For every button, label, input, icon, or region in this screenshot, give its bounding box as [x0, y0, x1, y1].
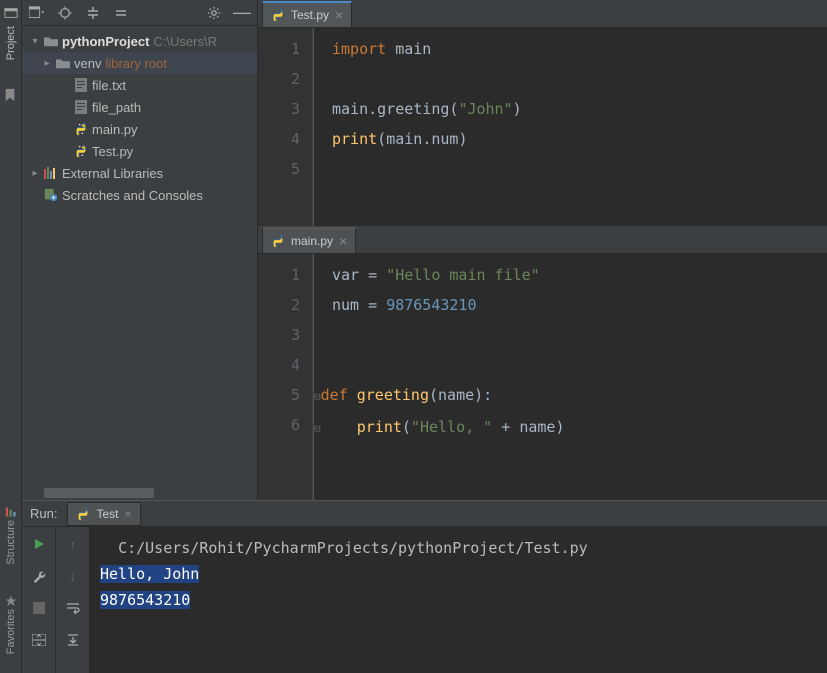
- tree-scratches[interactable]: Scratches and Consoles: [22, 184, 257, 206]
- python-file-icon: [72, 144, 90, 158]
- code-editor-bottom[interactable]: 1 2 3 4 5 6 var = "Hello main file" num …: [258, 254, 827, 500]
- project-tool-tab[interactable]: Project: [4, 6, 18, 60]
- text-file-icon: [72, 100, 90, 114]
- soft-wrap-icon[interactable]: [62, 597, 84, 619]
- structure-tool-tab[interactable]: Structure: [5, 506, 17, 565]
- layout-icon[interactable]: [28, 629, 50, 651]
- locate-icon[interactable]: [56, 4, 74, 22]
- bookmark-stripe-icon[interactable]: [3, 88, 19, 104]
- collapse-all-icon[interactable]: [112, 4, 130, 22]
- editor-bottom: main.py × 1 2 3 4 5 6 var = "Hello main …: [258, 226, 827, 501]
- console-line: Hello, John: [100, 565, 199, 583]
- down-arrow-icon[interactable]: ↓: [62, 565, 84, 587]
- tab-main-py[interactable]: main.py ×: [262, 227, 356, 253]
- tree-file[interactable]: file.txt: [22, 74, 257, 96]
- tree-file-py[interactable]: Test.py: [22, 140, 257, 162]
- structure-tool-label: Structure: [5, 520, 17, 565]
- folder-icon: [54, 57, 72, 69]
- run-side-nav: ↑ ↓: [56, 527, 90, 673]
- structure-icon: [5, 506, 17, 518]
- project-panel: — ▾ pythonProject C:\Users\R ▸ venv libr…: [22, 0, 258, 500]
- gear-icon[interactable]: [205, 4, 223, 22]
- text-file-icon: [72, 78, 90, 92]
- tree-file[interactable]: file_path: [22, 96, 257, 118]
- project-toolbar: —: [22, 0, 257, 26]
- console-line: 9876543210: [100, 591, 190, 609]
- hide-panel-icon[interactable]: —: [233, 4, 251, 22]
- run-header: Run: Test ×: [22, 501, 827, 527]
- run-panel: Run: Test × ↑ ↓ C:/Users/Rohit/PycharmPr…: [22, 500, 827, 673]
- editor-area: Test.py × 1 2 3 4 5 import main main.gre…: [258, 0, 827, 500]
- code-content-top[interactable]: import main main.greeting("John") print(…: [313, 28, 827, 226]
- root-path: C:\Users\R: [153, 34, 217, 49]
- wrench-icon[interactable]: [28, 565, 50, 587]
- tree-external-libs[interactable]: ▸ External Libraries: [22, 162, 257, 184]
- project-view-dropdown[interactable]: [28, 4, 46, 22]
- python-file-icon: [271, 234, 285, 248]
- venv-name: venv: [74, 56, 101, 71]
- chevron-right-icon: ▸: [28, 168, 42, 179]
- python-file-icon: [271, 8, 285, 22]
- tree-root[interactable]: ▾ pythonProject C:\Users\R: [22, 30, 257, 52]
- run-tab[interactable]: Test ×: [67, 502, 140, 526]
- console-path: C:/Users/Rohit/PycharmProjects/pythonPro…: [100, 535, 817, 561]
- chevron-down-icon: ▾: [28, 36, 42, 47]
- venv-hint: library root: [105, 56, 166, 71]
- tab-test-py[interactable]: Test.py ×: [262, 1, 352, 27]
- folder-icon: [42, 35, 60, 47]
- project-tree: ▾ pythonProject C:\Users\R ▸ venv librar…: [22, 26, 257, 210]
- close-icon[interactable]: ×: [335, 7, 343, 23]
- scratches-icon: [42, 188, 60, 202]
- tree-file-py[interactable]: main.py: [22, 118, 257, 140]
- run-side-actions: [22, 527, 56, 673]
- code-content-bottom[interactable]: var = "Hello main file" num = 9876543210…: [313, 254, 827, 500]
- tab-bar-top: Test.py ×: [258, 0, 827, 28]
- tree-venv[interactable]: ▸ venv library root: [22, 52, 257, 74]
- code-editor-top[interactable]: 1 2 3 4 5 import main main.greeting("Joh…: [258, 28, 827, 226]
- project-tool-label: Project: [5, 26, 17, 60]
- favorites-tool-tab[interactable]: Favorites: [5, 595, 17, 654]
- gutter-bottom: 1 2 3 4 5 6: [258, 254, 313, 500]
- up-arrow-icon[interactable]: ↑: [62, 533, 84, 555]
- root-name: pythonProject: [62, 34, 149, 49]
- libraries-icon: [42, 167, 60, 179]
- chevron-right-icon: ▸: [40, 58, 54, 69]
- scroll-to-end-icon[interactable]: [62, 629, 84, 651]
- horizontal-scrollbar[interactable]: [44, 488, 154, 498]
- stop-icon[interactable]: [28, 597, 50, 619]
- close-icon[interactable]: ×: [124, 507, 131, 521]
- python-file-icon: [72, 122, 90, 136]
- gutter-top: 1 2 3 4 5: [258, 28, 313, 226]
- favorites-tool-label: Favorites: [5, 609, 17, 654]
- rerun-icon[interactable]: [28, 533, 50, 555]
- tab-bar-bottom: main.py ×: [258, 226, 827, 254]
- run-console[interactable]: C:/Users/Rohit/PycharmProjects/pythonPro…: [90, 527, 827, 673]
- editor-top: Test.py × 1 2 3 4 5 import main main.gre…: [258, 0, 827, 226]
- project-icon: [4, 6, 18, 20]
- close-icon[interactable]: ×: [339, 233, 347, 249]
- python-file-icon: [76, 507, 90, 521]
- expand-all-icon[interactable]: [84, 4, 102, 22]
- run-label: Run:: [30, 506, 57, 521]
- star-icon: [5, 595, 17, 607]
